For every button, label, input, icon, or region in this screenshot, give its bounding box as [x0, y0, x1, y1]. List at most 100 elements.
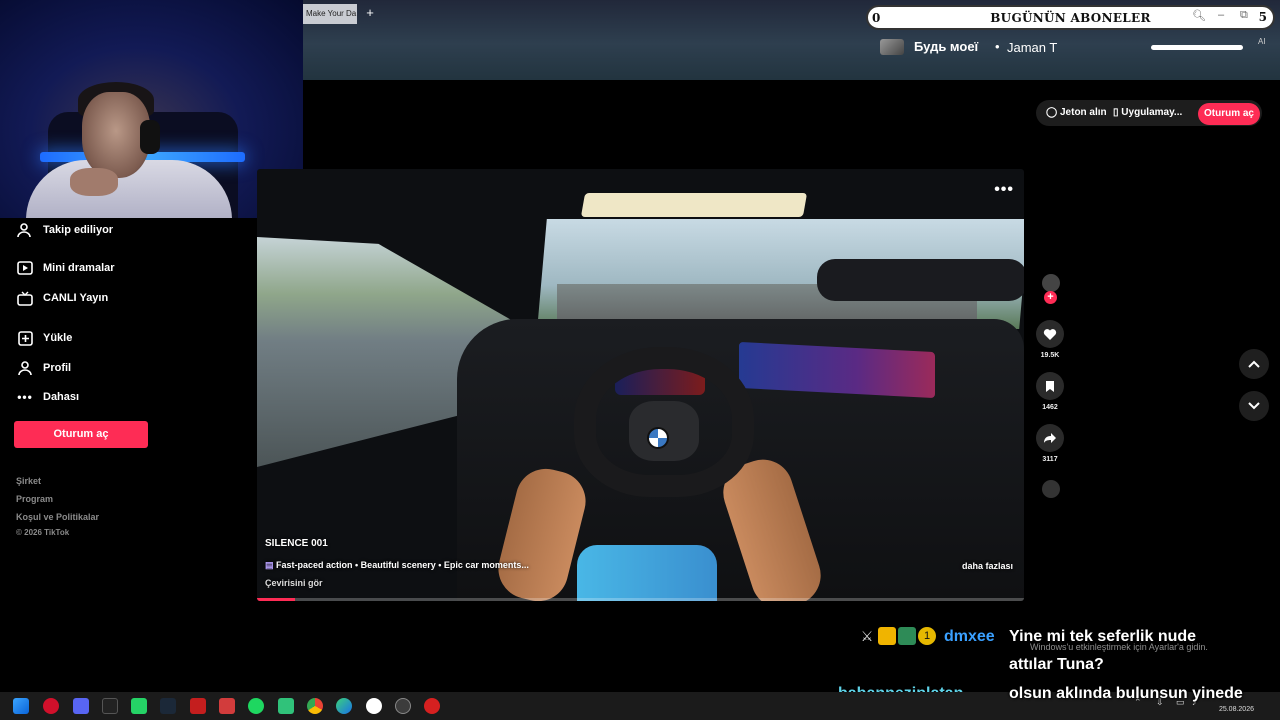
album-art	[880, 39, 904, 55]
app-red-icon[interactable]	[219, 698, 235, 714]
chat-badges: ⚔ 1	[858, 627, 936, 645]
driver-shorts	[577, 545, 717, 601]
profile-icon	[16, 360, 34, 376]
login-button-header[interactable]: Oturum aç	[1198, 103, 1260, 125]
share-action[interactable]: 3117	[1036, 424, 1064, 463]
video-progress-fill	[257, 598, 296, 601]
chevron-down-icon	[1248, 402, 1260, 410]
windows-start-icon[interactable]	[13, 698, 29, 714]
bookmark-icon[interactable]	[1036, 372, 1064, 400]
number-badge-icon: 1	[918, 627, 936, 645]
sidebar-item-following[interactable]: Takip ediliyor	[16, 220, 113, 240]
media-app-icon[interactable]	[424, 698, 440, 714]
login-button-sidebar[interactable]: Oturum aç	[14, 421, 148, 448]
playlist-icon: ▤	[265, 560, 277, 570]
heart-icon[interactable]	[1036, 320, 1064, 348]
sidebar-item-label: CANLI Yayın	[43, 292, 109, 304]
restore-icon[interactable]: ⧉	[1240, 9, 1248, 22]
sword-badge-icon: ⚔	[860, 628, 874, 644]
get-coins-button[interactable]: ◯ Jeton alın	[1046, 101, 1107, 125]
creator-avatar[interactable]	[1042, 274, 1060, 292]
sidebar-item-label: Profil	[43, 362, 72, 374]
chrome-icon[interactable]	[307, 698, 323, 714]
chat-message-2: olsun aklında bulunsun yinede	[1009, 685, 1243, 702]
follow-plus-button[interactable]: +	[1044, 291, 1057, 304]
get-app-button[interactable]: ▯ Uygulamay...	[1113, 101, 1182, 125]
steam-icon[interactable]	[160, 698, 176, 714]
upload-plus-icon	[16, 330, 34, 346]
game-controller-icon[interactable]	[278, 698, 294, 714]
chevron-up-icon	[1248, 360, 1260, 368]
see-more-link[interactable]: daha fazlası	[962, 561, 1013, 571]
share-arrow-icon[interactable]	[1036, 424, 1064, 452]
edge-icon[interactable]	[336, 698, 352, 714]
video-progress-bar[interactable]	[257, 598, 1024, 601]
discord-icon[interactable]	[73, 698, 89, 714]
whatsapp-icon[interactable]	[131, 698, 147, 714]
see-translation-link[interactable]: Çevirisini gör	[265, 578, 323, 588]
crown-badge-icon	[878, 627, 896, 645]
coin-icon: ◯	[1046, 107, 1058, 118]
footer-link-company[interactable]: Şirket	[16, 476, 41, 486]
save-count: 1462	[1042, 404, 1058, 411]
obs-icon[interactable]	[395, 698, 411, 714]
video-options-button[interactable]: •••	[994, 181, 1014, 199]
video-description-text: Fast-paced action • Beautiful scenery • …	[276, 560, 529, 570]
chat-message-1-line-2: attılar Tuna?	[1009, 656, 1104, 673]
like-action[interactable]: 19.5K	[1036, 320, 1064, 359]
share-count: 3117	[1042, 456, 1058, 463]
sidebar-item-live[interactable]: CANLI Yayın	[16, 288, 108, 308]
spotify-icon[interactable]	[248, 698, 264, 714]
sidebar-item-label: Takip ediliyor	[43, 224, 114, 236]
subscriber-widget-title: BUGÜNÜN ABONELER	[990, 11, 1151, 25]
headset	[140, 120, 160, 154]
sidebar-item-upload[interactable]: Yükle	[16, 328, 72, 348]
windshield-sticker	[580, 193, 808, 217]
opera-gx-icon[interactable]	[43, 698, 59, 714]
minimize-icon[interactable]: –	[1218, 9, 1224, 21]
sidebar-item-label: Mini dramalar	[43, 262, 115, 274]
taskbar-date: 25.08.2026	[1218, 706, 1254, 713]
phone-icon: ▯	[1113, 107, 1119, 118]
sidebar-item-mini-dramas[interactable]: Mini dramalar	[16, 258, 115, 278]
live-tv-icon	[16, 290, 34, 306]
get-app-label: Uygulamay...	[1121, 107, 1183, 118]
subscriber-widget: 0 BUGÜNÜN ABONELER 🔍︎ – ⧉ 5	[866, 5, 1275, 30]
video-author[interactable]: SILENCE 001	[265, 538, 328, 549]
sidebar-item-more[interactable]: ••• Dahası	[16, 387, 79, 407]
capcut-icon[interactable]	[102, 698, 118, 714]
track-title: Будь моеї	[914, 39, 979, 54]
sidebar-item-profile[interactable]: Profil	[16, 358, 71, 378]
footer-link-terms[interactable]: Koşul ve Politikalar	[16, 512, 99, 522]
video-description: ▤ Fast-paced action • Beautiful scenery …	[265, 560, 529, 571]
ai-tag: AI	[1258, 37, 1266, 46]
track-progress-bar	[1151, 45, 1243, 50]
grid-badge-icon	[898, 627, 916, 645]
sidebar-item-label: Yükle	[43, 332, 73, 344]
previous-video-button[interactable]	[1239, 349, 1269, 379]
save-action[interactable]: 1462	[1036, 372, 1064, 411]
like-count: 19.5K	[1040, 352, 1060, 359]
mini-drama-icon	[16, 260, 34, 276]
sidebar-item-label: Dahası	[43, 391, 80, 403]
footer-copyright: © 2026 TikTok	[16, 528, 70, 537]
car-logo	[647, 427, 669, 449]
browser-tab[interactable]: Make Your Da	[303, 4, 357, 24]
track-separator: •	[995, 39, 1000, 54]
get-coins-label: Jeton alın	[1059, 107, 1107, 118]
yandex-icon[interactable]	[366, 698, 382, 714]
track-artist: Jaman T	[1007, 40, 1058, 55]
person-follow-icon	[16, 222, 34, 238]
video-player[interactable]: ••• SILENCE 001 ▤ Fast-paced action • Be…	[257, 169, 1024, 601]
rearview-mirror	[817, 259, 1024, 301]
valorant-icon[interactable]	[190, 698, 206, 714]
footer-link-program[interactable]: Program	[16, 494, 53, 504]
now-playing-widget: Будь моеї • Jaman T AI	[877, 35, 1266, 59]
chat-username-1: dmxee	[944, 628, 995, 645]
chat-message-1-line-1: Yine mi tek seferlik nude	[1009, 628, 1197, 645]
search-icon[interactable]: 🔍︎	[1192, 9, 1206, 22]
next-video-button[interactable]	[1239, 391, 1269, 421]
music-disc-icon[interactable]	[1042, 480, 1060, 498]
streamer-hand	[70, 168, 118, 196]
new-tab-button[interactable]: +	[363, 6, 377, 20]
